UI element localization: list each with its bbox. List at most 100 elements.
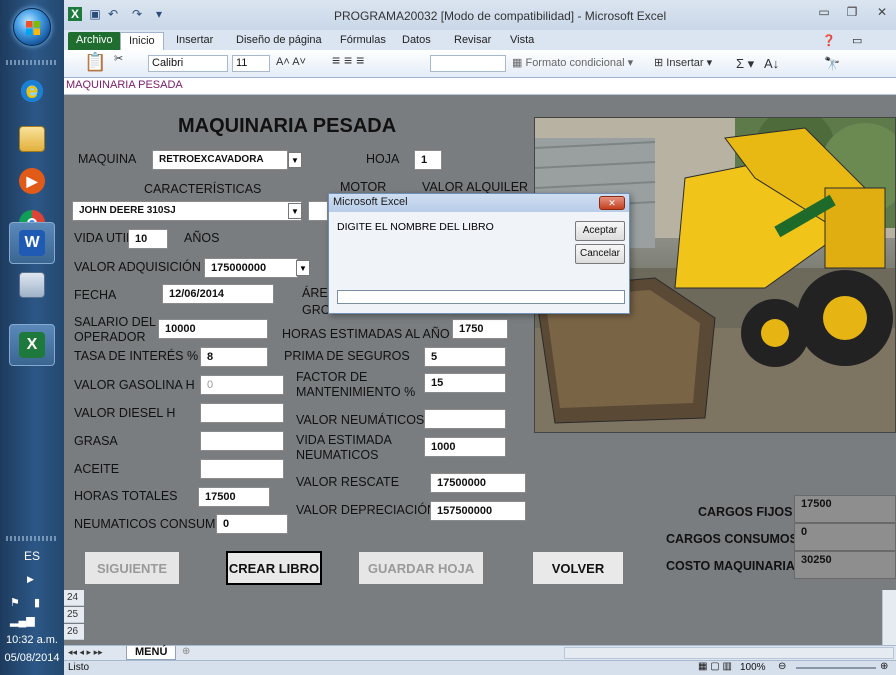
maquina-dropdown[interactable]: RETROEXCAVADORA bbox=[152, 150, 288, 170]
salario-field[interactable]: 10000 bbox=[158, 319, 268, 339]
find-icon[interactable]: 🔭 bbox=[824, 56, 840, 72]
rescate-field[interactable]: 17500000 bbox=[430, 473, 526, 493]
name-box[interactable]: MAQUINARIA PESADA bbox=[66, 79, 183, 91]
language-indicator[interactable]: ES bbox=[0, 549, 64, 563]
sheet-tabs-bar: ◂◂ ◂ ▸ ▸▸ MENÚ ⊕ bbox=[64, 645, 896, 660]
fecha-field[interactable]: 12/06/2014 bbox=[162, 284, 274, 304]
word-taskbar-button[interactable]: W bbox=[9, 222, 55, 264]
horizontal-scrollbar[interactable] bbox=[564, 647, 894, 659]
ie-taskbar-button[interactable]: e bbox=[9, 70, 55, 112]
horas-estimadas-field[interactable]: 1750 bbox=[452, 319, 508, 339]
grasa-field[interactable] bbox=[200, 431, 284, 451]
motor-field[interactable] bbox=[308, 201, 328, 221]
save-icon[interactable]: ▣ bbox=[88, 7, 102, 21]
volver-button[interactable]: VOLVER bbox=[532, 551, 624, 585]
redo-icon[interactable]: ↷ bbox=[130, 7, 144, 21]
modelo-dropdown-arrow-icon[interactable]: ▼ bbox=[288, 203, 302, 219]
explorer-taskbar-button[interactable] bbox=[9, 118, 55, 160]
restore-button[interactable]: ❐ bbox=[840, 5, 864, 23]
new-sheet-icon[interactable]: ⊕ bbox=[182, 646, 190, 657]
worksheet-form: MAQUINARIA PESADA MAQUINA RETROEXCAVADOR… bbox=[64, 95, 896, 590]
start-button[interactable] bbox=[13, 8, 51, 46]
clock-time[interactable]: 10:32 a.m. bbox=[0, 634, 64, 646]
rescate-label: VALOR RESCATE bbox=[296, 475, 400, 489]
show-hidden-icons-arrow-icon[interactable]: ▶ bbox=[27, 574, 34, 585]
action-center-flag-icon[interactable]: ⚑ bbox=[10, 596, 20, 609]
tab-datos[interactable]: Datos bbox=[394, 32, 439, 50]
help-icon[interactable]: ❓ bbox=[814, 32, 844, 50]
clock-date[interactable]: 05/08/2014 bbox=[0, 652, 64, 664]
valor-adquisicion-field[interactable]: 175000000 bbox=[204, 258, 298, 278]
gasolina-field[interactable]: 0 bbox=[200, 375, 284, 395]
modelo-dropdown[interactable]: JOHN DEERE 310SJ bbox=[72, 201, 302, 221]
row-header[interactable]: 25 bbox=[64, 607, 84, 623]
dialog-input[interactable] bbox=[337, 290, 625, 304]
tab-archivo[interactable]: Archivo bbox=[68, 32, 121, 50]
neumaticos-field[interactable] bbox=[424, 409, 506, 429]
taskbar-grip bbox=[6, 60, 56, 65]
grasa-label: GRASA bbox=[74, 434, 118, 448]
sheet-nav-arrows-icon[interactable]: ◂◂ ◂ ▸ ▸▸ bbox=[68, 647, 103, 658]
excel-taskbar-button[interactable]: X bbox=[9, 324, 55, 366]
close-button[interactable]: ✕ bbox=[870, 5, 894, 23]
tab-insertar[interactable]: Insertar bbox=[168, 32, 221, 50]
valor-adquisicion-arrow-icon[interactable]: ▼ bbox=[296, 260, 310, 276]
dialog-ok-button[interactable]: Aceptar bbox=[575, 221, 625, 241]
diesel-field[interactable] bbox=[200, 403, 284, 423]
aceite-field[interactable] bbox=[200, 459, 284, 479]
vida-util-field[interactable]: 10 bbox=[128, 229, 168, 249]
factor-label-line2: MANTENIMIENTO % bbox=[296, 385, 416, 399]
font-name-box[interactable]: Calibri bbox=[148, 55, 228, 72]
insert-cells-button[interactable]: ⊞ Insertar ▾ bbox=[654, 56, 712, 69]
tab-vista[interactable]: Vista bbox=[502, 32, 542, 50]
vertical-scrollbar[interactable] bbox=[882, 590, 896, 645]
maquina-dropdown-arrow-icon[interactable]: ▼ bbox=[288, 152, 302, 168]
tasa-field[interactable]: 8 bbox=[200, 347, 268, 367]
excel-app-icon[interactable]: X bbox=[68, 7, 82, 21]
dialog-cancel-button[interactable]: Cancelar bbox=[575, 244, 625, 264]
crear-libro-button[interactable]: CREAR LIBRO bbox=[226, 551, 322, 585]
minimize-button[interactable]: ▭ bbox=[812, 5, 836, 23]
undo-icon[interactable]: ↶ bbox=[106, 7, 120, 21]
guardar-hoja-button[interactable]: GUARDAR HOJA bbox=[358, 551, 484, 585]
tab-diseno-pagina[interactable]: Diseño de página bbox=[228, 32, 330, 50]
zoom-level[interactable]: 100% bbox=[740, 662, 766, 673]
sort-filter-icon[interactable]: A↓ bbox=[764, 56, 779, 71]
customize-toolbar-icon[interactable]: ▾ bbox=[152, 7, 166, 21]
font-size-box[interactable]: 11 bbox=[232, 55, 270, 72]
tab-formulas[interactable]: Fórmulas bbox=[332, 32, 394, 50]
dialog-prompt: DIGITE EL NOMBRE DEL LIBRO bbox=[337, 221, 494, 233]
autosum-button[interactable]: Σ ▾ bbox=[736, 56, 754, 72]
prima-field[interactable]: 5 bbox=[424, 347, 506, 367]
media-taskbar-button[interactable]: ▶ bbox=[9, 160, 55, 202]
calculator-taskbar-button[interactable] bbox=[9, 264, 55, 306]
tab-inicio[interactable]: Inicio bbox=[120, 32, 164, 50]
tab-revisar[interactable]: Revisar bbox=[446, 32, 499, 50]
cut-icon[interactable]: ✂ bbox=[114, 52, 123, 65]
align-icon[interactable]: ≡ ≡ ≡ bbox=[332, 52, 364, 68]
battery-icon[interactable]: ▮ bbox=[34, 596, 40, 609]
conditional-format-button[interactable]: ▦ Formato condicional ▾ bbox=[512, 56, 633, 69]
ribbon-minimize-icon[interactable]: ▭ bbox=[844, 32, 870, 50]
paste-icon[interactable]: 📋 bbox=[84, 52, 106, 73]
zoom-in-icon[interactable]: ⊕ bbox=[880, 661, 888, 672]
signal-strength-icon[interactable]: ▂▄▆ bbox=[10, 614, 35, 627]
grow-font-icon[interactable]: A˄ A˅ bbox=[276, 56, 306, 68]
anos-label: AÑOS bbox=[184, 231, 220, 245]
factor-mantenimiento-field[interactable]: 15 bbox=[424, 373, 506, 393]
zoom-out-icon[interactable]: ⊖ bbox=[778, 661, 786, 672]
siguiente-button[interactable]: SIGUIENTE bbox=[84, 551, 180, 585]
row-header[interactable]: 24 bbox=[64, 590, 84, 606]
excel-icon: X bbox=[19, 332, 45, 358]
row-header[interactable]: 26 bbox=[64, 624, 84, 640]
horas-totales-field[interactable]: 17500 bbox=[198, 487, 270, 507]
neumaticos-consumo-field[interactable]: 0 bbox=[216, 514, 288, 534]
sheet-tab-menu[interactable]: MENÚ bbox=[126, 646, 177, 660]
vida-neumaticos-field[interactable]: 1000 bbox=[424, 437, 506, 457]
dialog-close-icon[interactable]: ✕ bbox=[599, 196, 625, 210]
number-format-box[interactable] bbox=[430, 55, 506, 72]
zoom-slider[interactable] bbox=[796, 667, 876, 669]
depreciacion-field[interactable]: 157500000 bbox=[430, 501, 526, 521]
hoja-field[interactable]: 1 bbox=[414, 150, 442, 170]
view-buttons-icon[interactable]: ▦ ▢ ▥ bbox=[698, 661, 732, 672]
